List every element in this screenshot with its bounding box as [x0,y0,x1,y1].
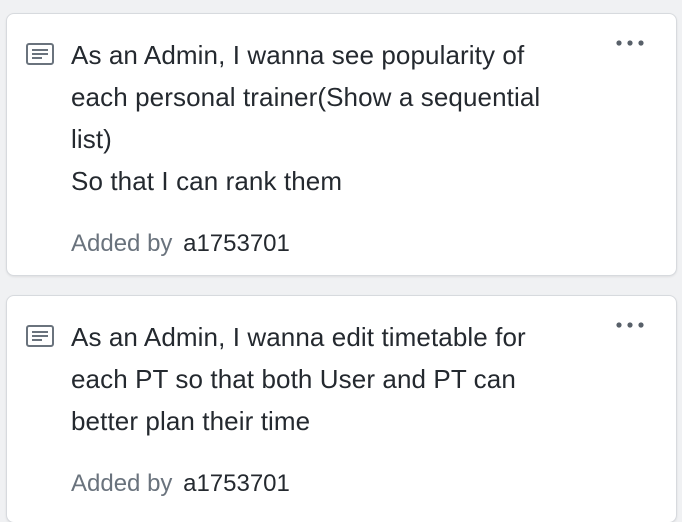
note-text-line: each PT so that both User and PT can [71,364,516,394]
note-meta: Added by a1753701 [71,468,612,500]
note-text: As an Admin, I wanna see popularity of e… [71,34,612,202]
note-text-line: better plan their time [71,406,311,436]
note-icon [26,43,54,65]
note-text-line: list) [71,124,112,154]
note-text-line: As an Admin, I wanna see popularity of [71,40,525,70]
author-link[interactable]: a1753701 [183,230,290,257]
more-horizontal-icon[interactable] [615,36,645,50]
note-text-line: So that I can rank them [71,166,343,196]
more-horizontal-icon[interactable] [615,318,645,332]
note-card[interactable]: As an Admin, I wanna see popularity of e… [6,13,677,276]
author-link[interactable]: a1753701 [183,470,290,497]
added-by-label: Added by [71,230,173,257]
note-card[interactable]: As an Admin, I wanna edit timetable for … [6,295,677,522]
note-text-line: each personal trainer(Show a sequential [71,82,541,112]
added-by-label: Added by [71,470,173,497]
note-icon [26,325,54,347]
note-text: As an Admin, I wanna edit timetable for … [71,316,612,442]
project-column: As an Admin, I wanna see popularity of e… [0,0,682,522]
note-meta: Added by a1753701 [71,228,612,260]
note-text-line: As an Admin, I wanna edit timetable for [71,322,526,352]
